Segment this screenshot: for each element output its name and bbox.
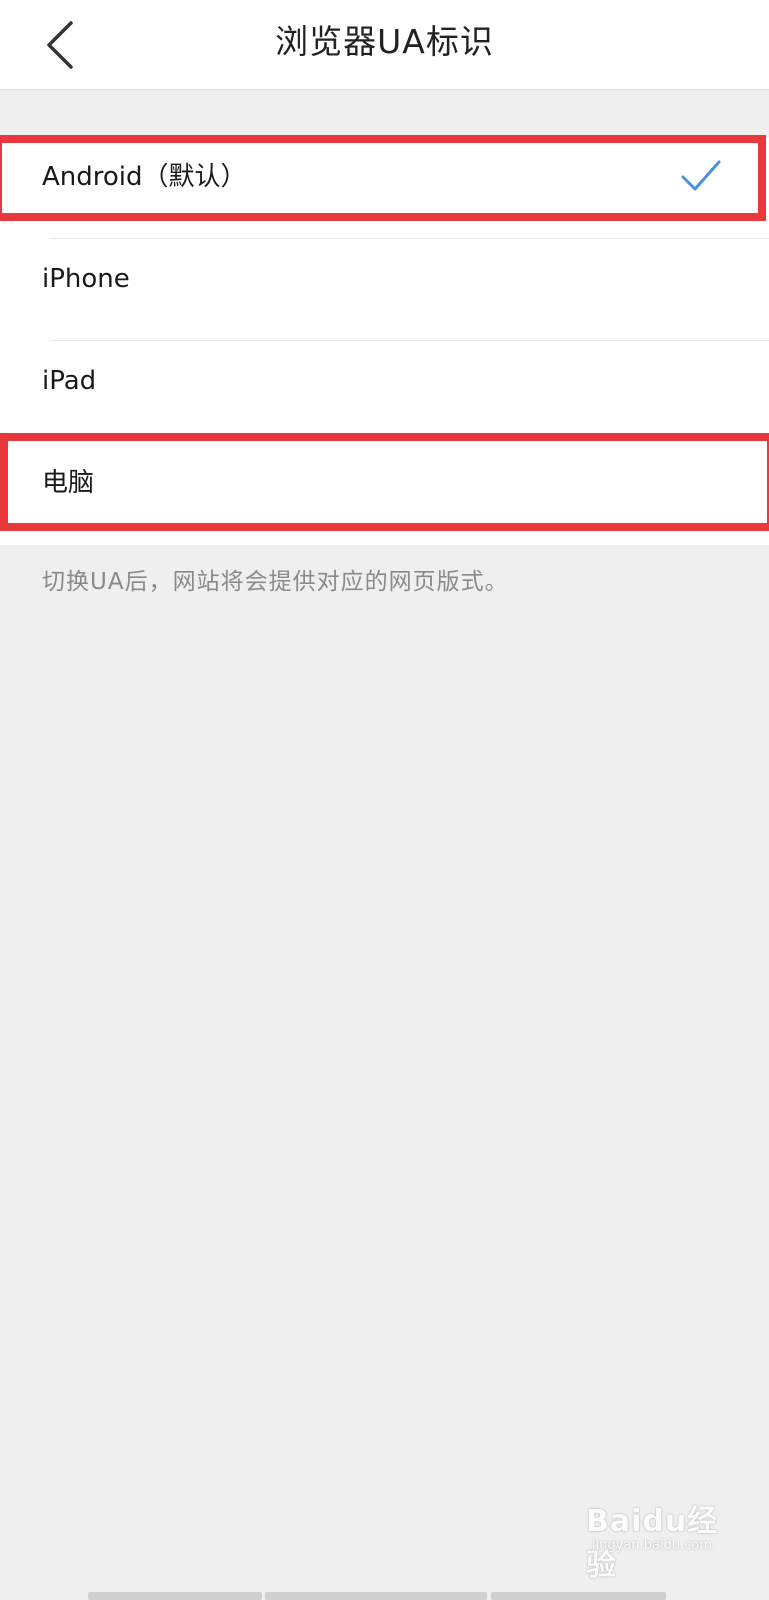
hint-text: 切换UA后，网站将会提供对应的网页版式。 xyxy=(42,569,509,595)
option-ipad[interactable]: iPad xyxy=(0,341,769,443)
bottom-bar-segment xyxy=(491,1592,666,1600)
watermark-logo: Baidu经验 jingyan.baidu.com xyxy=(586,1490,736,1583)
option-android[interactable]: Android（默认） xyxy=(0,137,769,239)
option-label: 电脑 xyxy=(42,468,95,498)
check-icon xyxy=(681,160,721,191)
bottom-bar-segment xyxy=(265,1592,487,1600)
option-pc[interactable]: 电脑 xyxy=(0,443,769,545)
header-bar: 浏览器UA标识 xyxy=(0,0,769,90)
bottom-bar-segment xyxy=(88,1592,262,1600)
watermark-url: jingyan.baidu.com xyxy=(592,1538,712,1553)
option-label: Android（默认） xyxy=(42,162,247,192)
page-title: 浏览器UA标识 xyxy=(275,22,494,61)
option-label: iPad xyxy=(42,366,97,396)
option-label: iPhone xyxy=(42,264,130,294)
option-iphone[interactable]: iPhone xyxy=(0,239,769,341)
ua-option-list: Android（默认） iPhone iPad 电脑 xyxy=(0,137,769,545)
